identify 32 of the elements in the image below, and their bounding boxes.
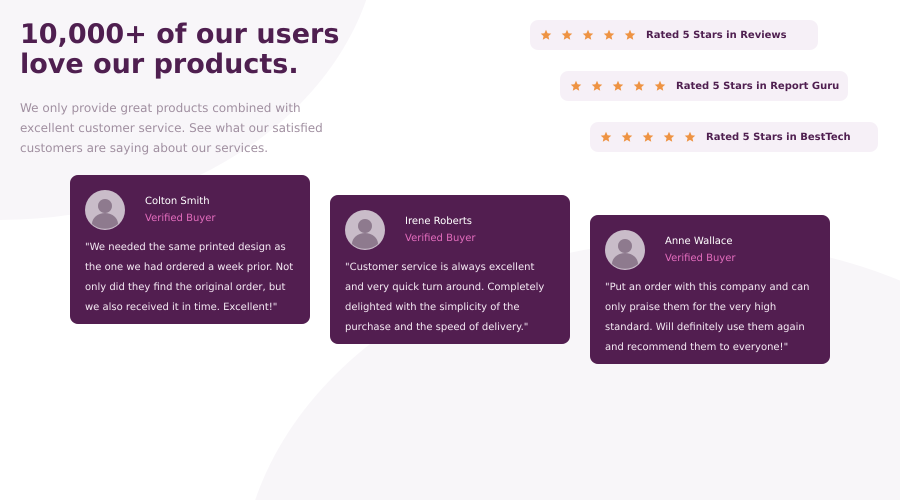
verified-label: Verified Buyer [665,253,736,264]
customer-name: Colton Smith [145,196,211,207]
star-icon [600,131,612,143]
avatar [345,210,385,250]
star-icon [621,131,633,143]
star-icon [642,131,654,143]
verified-label: Verified Buyer [405,233,476,244]
testimonial-quote: "We needed the same printed design as the one we had ordered a week prior. Not only did they find the original order, but we also received it in time. Excellent!" [85,241,294,315]
customer-name: Irene Roberts [405,216,474,227]
testimonial-quote: "Customer service is always excellent and very quick turn around. Completely delighted with the simplicity of the purchase and the speed of delivery." [345,261,546,335]
star-icon [654,80,666,92]
star-icon [570,80,582,92]
testimonial-quote: "Put an order with this company and can only praise them for the very high standard. Will definitely use them again and recommend them to everyone!" [605,281,810,355]
star-icon [540,29,552,41]
customer-name: Anne Wallace [665,236,734,247]
star-icon [603,29,615,41]
star-icon [561,29,573,41]
star-icon [582,29,594,41]
heading: 10,000+ of our users love our products. [20,20,340,80]
star-icon [612,80,624,92]
avatar [605,230,645,270]
star-icon [663,131,675,143]
description: We only provide great products combined with excellent customer service. See what our satisfied customers are saying about our services. [20,100,324,157]
avatar [85,190,125,230]
rating-label: Rated 5 Stars in BestTech [706,132,851,142]
rating-label: Rated 5 Stars in Reviews [646,30,787,40]
rating-label: Rated 5 Stars in Report Guru [676,80,840,92]
star-icon [633,80,645,92]
verified-label: Verified Buyer [145,213,216,224]
star-icon [591,80,603,92]
star-icon [684,131,696,143]
star-icon [624,29,636,41]
